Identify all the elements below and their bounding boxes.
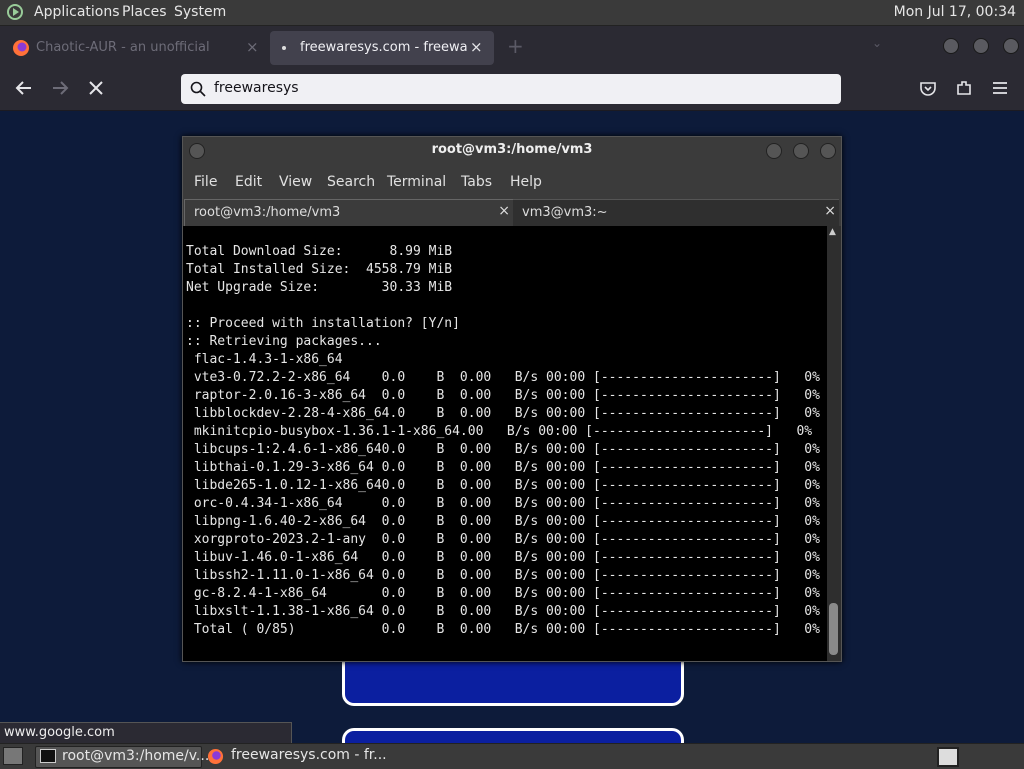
terminal-line: libcups-1:2.4.6-1-x86_640.0 B 0.00 B/s 0… xyxy=(186,442,820,457)
terminal-line: Total Download Size: 8.99 MiB xyxy=(186,244,453,259)
scrollbar-thumb[interactable] xyxy=(829,603,838,655)
terminal-icon xyxy=(40,749,56,763)
terminal-line: vte3-0.72.2-2-x86_64 0.0 B 0.00 B/s 00:0… xyxy=(186,370,820,385)
browser-tab-freewaresys[interactable]: freewaresys.com - freeware × xyxy=(270,31,494,65)
terminal-tab-close-icon[interactable]: × xyxy=(824,203,836,219)
terminal-tab-root[interactable]: root@vm3:/home/vm3 × xyxy=(184,199,514,226)
top-panel: Applications Places System Mon Jul 17, 0… xyxy=(0,0,1024,26)
terminal-line: libxslt-1.1.38-1-x86_64 0.0 B 0.00 B/s 0… xyxy=(186,604,820,619)
terminal-text: Total Download Size: 8.99 MiB Total Insta… xyxy=(186,243,820,639)
terminal-output[interactable]: Total Download Size: 8.99 MiB Total Insta… xyxy=(183,226,827,661)
terminal-line: libuv-1.46.0-1-x86_64 0.0 B 0.00 B/s 00:… xyxy=(186,550,820,565)
taskbar-item-terminal[interactable]: root@vm3:/home/v... xyxy=(35,746,209,768)
stop-loading-icon[interactable] xyxy=(87,78,105,103)
terminal-menu-help[interactable]: Help xyxy=(510,174,542,190)
list-tabs-chevron-down-icon[interactable]: ⌄ xyxy=(872,36,882,50)
terminal-window[interactable]: root@vm3:/home/vm3 File Edit View Search… xyxy=(182,136,842,662)
terminal-line: Total Installed Size: 4558.79 MiB xyxy=(186,262,453,277)
terminal-line: :: Retrieving packages... xyxy=(186,334,382,349)
terminal-line: mkinitcpio-busybox-1.36.1-1-x86_64.00 B/… xyxy=(186,424,813,439)
workspace-switcher[interactable] xyxy=(937,747,959,767)
terminal-line: libthai-0.1.29-3-x86_64 0.0 B 0.00 B/s 0… xyxy=(186,460,820,475)
firefox-icon xyxy=(207,748,224,769)
terminal-tab-label: vm3@vm3:~ xyxy=(522,205,608,220)
terminal-close-button[interactable] xyxy=(820,143,836,159)
terminal-line: gc-8.2.4-1-x86_64 0.0 B 0.00 B/s 00:00 [… xyxy=(186,586,820,601)
browser-tab-chaotic-aur[interactable]: Chaotic-AUR - an unofficial × xyxy=(6,31,268,65)
terminal-tab-vm3[interactable]: vm3@vm3:~ × xyxy=(513,199,839,226)
window-maximize-button[interactable] xyxy=(973,38,989,54)
terminal-line: libpng-1.6.40-2-x86_64 0.0 B 0.00 B/s 00… xyxy=(186,514,820,529)
url-input-text[interactable]: freewaresys xyxy=(214,80,299,96)
terminal-scrollbar[interactable]: ▲ xyxy=(827,226,841,661)
scroll-up-arrow-icon[interactable]: ▲ xyxy=(829,227,836,237)
search-icon xyxy=(190,81,206,101)
terminal-line: Net Upgrade Size: 30.33 MiB xyxy=(186,280,453,295)
tab-title: freewaresys.com - freeware xyxy=(300,40,468,55)
terminal-line: Total ( 0/85) 0.0 B 0.00 B/s 00:00 [----… xyxy=(186,622,820,637)
terminal-line: libssh2-1.11.0-1-x86_64 0.0 B 0.00 B/s 0… xyxy=(186,568,820,583)
menu-applications[interactable]: Applications xyxy=(34,4,120,20)
taskbar-item-label: root@vm3:/home/v... xyxy=(62,748,210,764)
terminal-tab-close-icon[interactable]: × xyxy=(498,203,510,219)
terminal-menu-view[interactable]: View xyxy=(279,174,312,190)
terminal-menu-file[interactable]: File xyxy=(194,174,217,190)
back-arrow-icon[interactable] xyxy=(14,78,34,103)
window-close-button[interactable] xyxy=(1003,38,1019,54)
clock[interactable]: Mon Jul 17, 00:34 xyxy=(894,4,1016,20)
extensions-puzzle-icon[interactable] xyxy=(954,78,974,103)
menu-places[interactable]: Places xyxy=(122,4,167,20)
terminal-tab-label: root@vm3:/home/vm3 xyxy=(194,205,341,220)
terminal-line: flac-1.4.3-1-x86_64 xyxy=(186,352,343,367)
loading-icon xyxy=(282,46,286,50)
terminal-menu-tabs[interactable]: Tabs xyxy=(461,174,492,190)
terminal-title: root@vm3:/home/vm3 xyxy=(431,142,593,157)
terminal-line: :: Proceed with installation? [Y/n] xyxy=(186,316,460,331)
terminal-line: orc-0.4.34-1-x86_64 0.0 B 0.00 B/s 00:00… xyxy=(186,496,820,511)
show-desktop-icon[interactable] xyxy=(3,747,23,765)
link-status-tooltip: www.google.com xyxy=(0,722,292,745)
taskbar-item-firefox[interactable]: freewaresys.com - fr... xyxy=(205,746,405,766)
forward-arrow-icon[interactable] xyxy=(50,78,70,103)
tab-close-icon[interactable]: × xyxy=(470,38,483,56)
taskbar: root@vm3:/home/v... freewaresys.com - fr… xyxy=(0,743,1024,769)
browser-tab-bar: Chaotic-AUR - an unofficial × freewaresy… xyxy=(0,26,1024,68)
new-tab-button[interactable]: + xyxy=(507,34,524,58)
terminal-line: libde265-1.0.12-1-x86_640.0 B 0.00 B/s 0… xyxy=(186,478,820,493)
terminal-minimize-button[interactable] xyxy=(766,143,782,159)
terminal-maximize-button[interactable] xyxy=(793,143,809,159)
terminal-menu-search[interactable]: Search xyxy=(327,174,375,190)
terminal-menu-terminal[interactable]: Terminal xyxy=(387,174,446,190)
tab-close-icon[interactable]: × xyxy=(246,38,259,56)
taskbar-item-label: freewaresys.com - fr... xyxy=(231,747,387,763)
hamburger-menu-icon[interactable] xyxy=(990,78,1010,103)
firefox-icon xyxy=(12,39,30,61)
terminal-line: xorgproto-2023.2-1-any 0.0 B 0.00 B/s 00… xyxy=(186,532,820,547)
pocket-icon[interactable] xyxy=(918,78,938,103)
gnome-foot-icon[interactable] xyxy=(6,3,26,25)
status-url: www.google.com xyxy=(4,725,115,740)
menu-system[interactable]: System xyxy=(174,4,226,20)
url-bar[interactable]: freewaresys xyxy=(181,74,841,104)
terminal-line: raptor-2.0.16-3-x86_64 0.0 B 0.00 B/s 00… xyxy=(186,388,820,403)
window-minimize-button[interactable] xyxy=(943,38,959,54)
terminal-menu-edit[interactable]: Edit xyxy=(235,174,262,190)
terminal-line: libblockdev-2.28-4-x86_64.0 B 0.00 B/s 0… xyxy=(186,406,820,421)
tab-title: Chaotic-AUR - an unofficial xyxy=(36,40,210,55)
